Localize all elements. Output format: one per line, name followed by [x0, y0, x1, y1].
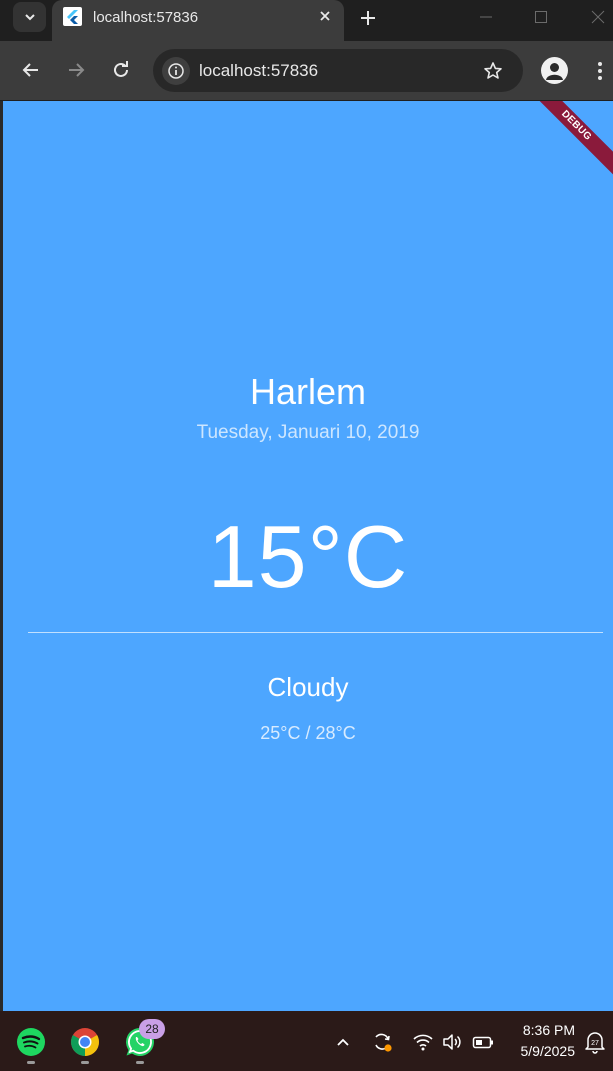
spotify-icon[interactable]: [15, 1026, 47, 1058]
divider: [28, 632, 603, 633]
debug-banner: DEBUG: [517, 101, 613, 185]
minimize-button[interactable]: [466, 4, 506, 30]
current-temperature: 15°C: [207, 507, 409, 606]
chevron-up-icon: [337, 1038, 349, 1046]
plus-icon: [361, 11, 375, 25]
arrow-right-icon: [69, 63, 85, 77]
arrow-left-icon: [22, 63, 38, 77]
profile-avatar[interactable]: [541, 57, 568, 84]
clock-time[interactable]: 8:36 PM: [505, 1022, 575, 1038]
temperature-range: 25°C / 28°C: [260, 723, 356, 743]
more-vert-icon: [598, 61, 602, 80]
maximize-icon: [535, 11, 547, 23]
tab-search-button[interactable]: [13, 2, 46, 32]
star-icon: [484, 62, 502, 79]
close-icon: [591, 10, 605, 24]
whatsapp-running-indicator: [136, 1061, 144, 1064]
minimize-icon: [480, 16, 492, 18]
bookmark-star-button[interactable]: [480, 58, 506, 84]
wifi-icon[interactable]: [412, 1031, 434, 1053]
sync-icon[interactable]: [371, 1031, 393, 1053]
new-tab-button[interactable]: [354, 4, 382, 32]
weather-page: DEBUG Harlem Tuesday, Januari 10, 2019 1…: [3, 101, 613, 1011]
browser-menu-button[interactable]: [590, 57, 610, 84]
close-icon: [320, 11, 330, 21]
maximize-button[interactable]: [521, 4, 561, 30]
flutter-favicon-icon: [63, 7, 82, 26]
reload-button[interactable]: [106, 55, 136, 85]
person-icon: [546, 63, 563, 80]
city-name: Harlem: [249, 371, 366, 412]
tab-title: localhost:57836: [93, 9, 199, 26]
notification-count: 27: [591, 1040, 599, 1047]
tab-bar: localhost:57836: [0, 0, 613, 41]
site-info-icon[interactable]: [162, 57, 190, 85]
browser-toolbar: localhost:57836: [0, 41, 613, 100]
back-button[interactable]: [16, 55, 46, 85]
notification-bell-icon[interactable]: 27: [584, 1030, 606, 1054]
weather-condition: Cloudy: [267, 672, 349, 702]
battery-icon[interactable]: [472, 1031, 494, 1053]
address-bar[interactable]: localhost:57836: [153, 49, 523, 92]
chevron-down-icon: [24, 14, 35, 21]
forward-button[interactable]: [61, 55, 91, 85]
active-tab[interactable]: localhost:57836: [52, 0, 344, 41]
date-text: Tuesday, Januari 10, 2019: [196, 422, 420, 443]
reload-icon: [114, 61, 128, 77]
spotify-running-indicator: [27, 1061, 35, 1064]
window-close-button[interactable]: [578, 4, 613, 30]
chrome-running-indicator: [81, 1061, 89, 1064]
close-tab-button[interactable]: [314, 5, 336, 27]
chrome-icon[interactable]: [69, 1026, 101, 1058]
whatsapp-badge: 28: [139, 1019, 165, 1039]
taskbar: 28 8:36 PM 5/9/2025 27: [0, 1011, 613, 1071]
clock-date[interactable]: 5/9/2025: [505, 1043, 576, 1059]
url-text[interactable]: localhost:57836: [199, 61, 318, 81]
volume-icon[interactable]: [441, 1031, 463, 1053]
show-hidden-icons-button[interactable]: [332, 1031, 354, 1053]
